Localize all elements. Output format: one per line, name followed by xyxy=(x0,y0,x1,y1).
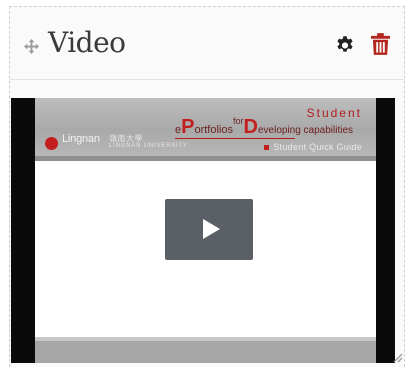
eportfolio-underline xyxy=(175,138,295,139)
lingnan-logo-icon xyxy=(45,137,58,150)
ep-big-p: P xyxy=(181,116,195,138)
gear-icon[interactable] xyxy=(334,34,356,56)
trash-icon[interactable] xyxy=(371,33,390,55)
logo-text: Lingnan xyxy=(62,133,100,145)
quick-guide-label: Student Quick Guide xyxy=(264,142,362,152)
block-header: Video xyxy=(10,7,404,80)
ep-eveloping: eveloping capabilities xyxy=(257,125,354,136)
play-button[interactable] xyxy=(165,199,253,260)
quick-guide-bullet xyxy=(264,145,270,151)
video-thumbnail: Lingnan 嶺南大學 LINGNAN UNIVERSITY Student … xyxy=(35,98,376,363)
quick-guide-text: Student Quick Guide xyxy=(273,142,362,152)
logo-motto: LINGNAN UNIVERSITY xyxy=(109,143,188,149)
video-block: Video Lingnan 嶺南大學 LINGNAN UNIVERSITY St… xyxy=(9,6,405,367)
video-player[interactable]: Lingnan 嶺南大學 LINGNAN UNIVERSITY Student … xyxy=(11,98,395,363)
footer-bar xyxy=(35,341,376,363)
resize-grip-icon[interactable] xyxy=(393,353,403,363)
ep-big-d: D xyxy=(243,116,258,138)
thumbnail-banner: Lingnan 嶺南大學 LINGNAN UNIVERSITY Student … xyxy=(35,98,376,156)
block-title: Video xyxy=(48,26,126,59)
play-icon xyxy=(203,219,220,239)
ep-ortfolios: ortfolios xyxy=(194,124,233,136)
move-arrows-icon[interactable] xyxy=(24,39,39,54)
banner-strip xyxy=(35,156,376,161)
ep-for: for xyxy=(233,116,244,126)
eportfolio-title: ePortfoliosforDeveloping capabilities xyxy=(175,116,353,139)
